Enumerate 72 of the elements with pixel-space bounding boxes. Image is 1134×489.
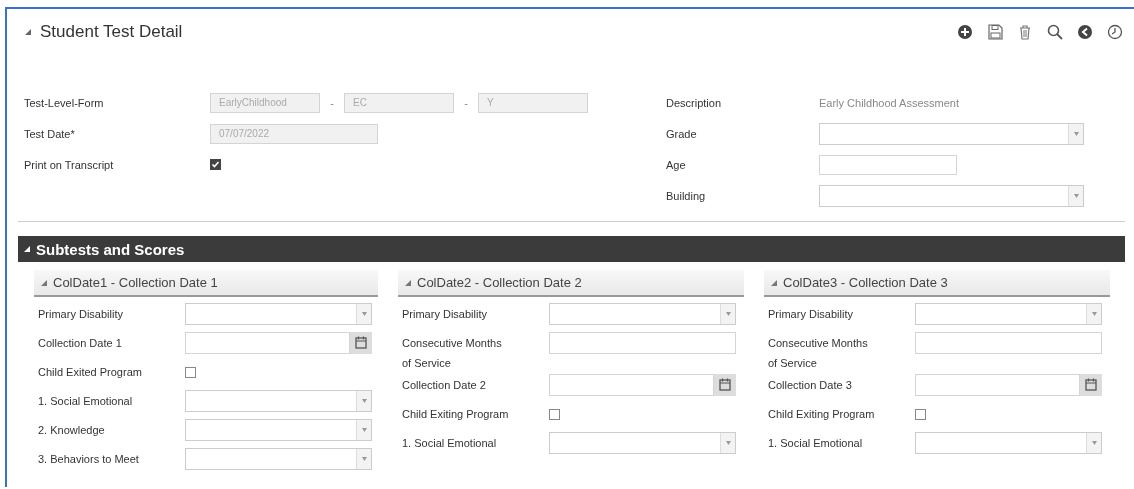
caret-icon — [1073, 193, 1079, 198]
add-icon[interactable] — [957, 24, 973, 40]
field-label: Building — [666, 189, 707, 202]
checkbox[interactable] — [210, 159, 221, 170]
panel-header[interactable]: ColDate1 - Collection Date 1 — [34, 270, 378, 297]
field-label: Primary Disability — [768, 307, 854, 322]
search-icon[interactable] — [1047, 24, 1063, 40]
date-field[interactable] — [549, 374, 714, 396]
field-label: Print on Transcript — [24, 158, 115, 171]
dropdown-field[interactable] — [185, 390, 372, 412]
field-label: Child Exiting Program — [768, 407, 876, 422]
caret-icon — [361, 399, 367, 403]
caret-icon — [361, 428, 367, 432]
panel-header[interactable]: ColDate3 - Collection Date 3 — [764, 270, 1110, 297]
section-header[interactable]: Subtests and Scores — [18, 236, 1125, 262]
field-label: 2. Knowledge — [38, 423, 106, 438]
field-label: Collection Date 2 — [402, 378, 487, 393]
dropdown-field[interactable] — [915, 303, 1102, 325]
input-field[interactable] — [915, 332, 1102, 354]
dropdown-field[interactable] — [549, 432, 736, 454]
field-label: Test Date* — [24, 127, 76, 140]
collapse-icon[interactable] — [24, 27, 32, 37]
date-field[interactable] — [915, 374, 1080, 396]
field-label: Test-Level-Form — [24, 96, 105, 109]
dropdown-field[interactable] — [915, 432, 1102, 454]
input-field[interactable] — [819, 154, 957, 175]
field-label: 3. Behaviors to Meet — [38, 452, 140, 467]
checkbox[interactable] — [915, 408, 926, 420]
field-label: Age — [666, 158, 687, 171]
field-label: 1. Social Emotional — [38, 394, 134, 409]
page-title: Student Test Detail — [40, 22, 183, 42]
caret-icon — [1073, 131, 1079, 136]
delete-icon[interactable] — [1017, 24, 1033, 40]
field-label: Primary Disability — [402, 307, 488, 322]
checkbox[interactable] — [549, 408, 560, 420]
calendar-icon[interactable] — [714, 374, 736, 396]
caret-icon — [725, 441, 731, 445]
caret-icon — [725, 312, 731, 316]
dropdown-field[interactable] — [819, 122, 1084, 145]
caret-icon — [361, 457, 367, 461]
caret-icon — [1091, 441, 1097, 445]
field-label: Collection Date 1 — [38, 336, 123, 351]
save-icon[interactable] — [987, 24, 1003, 40]
field-label: Primary Disability — [38, 307, 124, 322]
collapse-icon[interactable] — [23, 244, 31, 254]
checkbox[interactable] — [185, 366, 196, 378]
clock-icon[interactable] — [1107, 24, 1123, 40]
calendar-icon[interactable] — [1080, 374, 1102, 396]
field-label: 1. Social Emotional — [402, 436, 498, 451]
field-label: Child Exited Program — [38, 365, 143, 380]
caret-icon — [361, 312, 367, 316]
panel-header[interactable]: ColDate2 - Collection Date 2 — [398, 270, 744, 297]
field-label: 1. Social Emotional — [768, 436, 864, 451]
back-icon[interactable] — [1077, 24, 1093, 40]
caret-icon — [1091, 312, 1097, 316]
field-label: Grade — [666, 127, 698, 140]
separator-text: - — [463, 96, 469, 109]
dropdown-field[interactable] — [185, 419, 372, 441]
field-label: Consecutive Months of Service — [402, 336, 503, 371]
description-value: Early Childhood Assessment — [819, 96, 959, 109]
dropdown-field[interactable] — [185, 303, 372, 325]
dropdown-field[interactable] — [819, 184, 1084, 207]
calendar-icon[interactable] — [350, 332, 372, 354]
dropdown-field[interactable] — [185, 448, 372, 470]
field-label: Collection Date 3 — [768, 378, 853, 393]
separator-text: - — [329, 96, 335, 109]
dropdown-field[interactable] — [549, 303, 736, 325]
field-label: Child Exiting Program — [402, 407, 510, 422]
input-field[interactable] — [549, 332, 736, 354]
field-label: Description — [666, 96, 723, 109]
date-field[interactable] — [185, 332, 350, 354]
field-label: Consecutive Months of Service — [768, 336, 869, 371]
